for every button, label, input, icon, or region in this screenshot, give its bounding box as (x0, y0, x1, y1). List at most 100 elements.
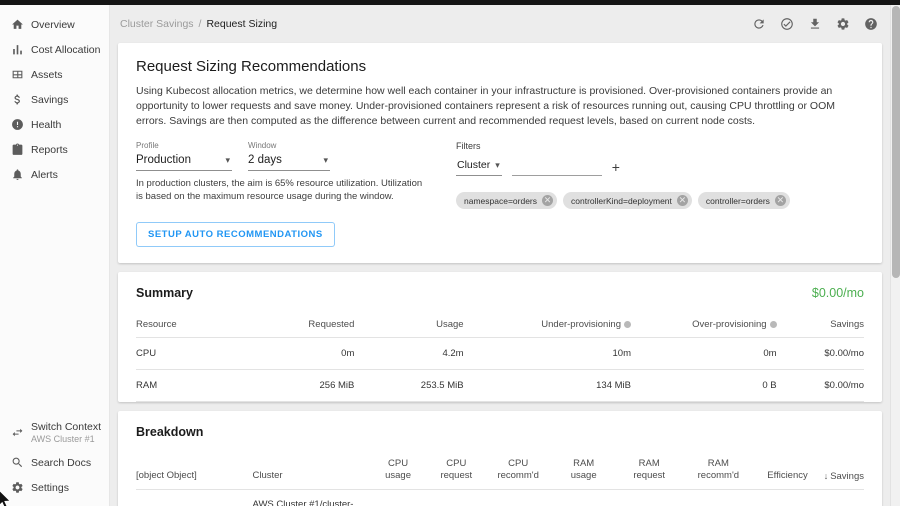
download-icon[interactable] (807, 17, 822, 32)
vertical-scrollbar[interactable] (890, 5, 900, 506)
profile-label: Profile (136, 141, 232, 150)
filter-chips: namespace=orders ✕ controllerKind=deploy… (456, 192, 790, 209)
filter-chip[interactable]: namespace=orders ✕ (456, 192, 557, 209)
main-content: Cluster Savings / Request Sizing Request… (110, 5, 890, 506)
breakdown-card: Breakdown [object Object] Cluster CPUusa… (118, 411, 882, 506)
search-docs-label: Search Docs (31, 457, 91, 469)
sidebar-item-cost-allocation[interactable]: Cost Allocation (0, 37, 109, 62)
sidebar-item-switch-context[interactable]: Switch Context AWS Cluster #1 (0, 414, 109, 450)
close-icon[interactable]: ✕ (775, 195, 786, 206)
table-row[interactable]: orders/orders:orders AWS Cluster #1/clus… (136, 490, 864, 506)
sidebar-item-label: Assets (31, 69, 63, 81)
cell-savings: – (820, 490, 864, 506)
sidebar-item-savings[interactable]: Savings (0, 87, 109, 112)
gear-icon[interactable] (835, 17, 850, 32)
info-icon[interactable] (770, 321, 777, 328)
summary-total-savings: $0.00/mo (812, 286, 864, 300)
sidebar-item-label: Savings (31, 94, 68, 106)
mouse-cursor (0, 490, 13, 506)
summary-table: Resource Requested Usage Under-provision… (136, 312, 864, 402)
assets-icon (10, 67, 25, 82)
cell-requested: 256 MiB (238, 370, 354, 402)
column-header: RAMrecomm'd (682, 451, 755, 490)
filter-chip[interactable]: controllerKind=deployment ✕ (563, 192, 692, 209)
window-label: Window (248, 141, 330, 150)
sidebar: Overview Cost Allocation Assets Savings … (0, 5, 110, 506)
cell-resource: CPU (136, 338, 238, 370)
help-icon[interactable] (863, 17, 878, 32)
profile-value: Production (136, 154, 191, 166)
search-icon (10, 455, 25, 470)
settings-label: Settings (31, 482, 69, 494)
cell-ram-usage: 253.5 MiB (551, 490, 617, 506)
sidebar-item-assets[interactable]: Assets (0, 62, 109, 87)
filter-value-input[interactable] (512, 159, 602, 176)
sidebar-item-label: Overview (31, 19, 75, 31)
chip-label: namespace=orders (464, 196, 537, 206)
refresh-icon[interactable] (751, 17, 766, 32)
breakdown-table: [object Object] Cluster CPUusage CPUrequ… (136, 451, 864, 506)
sidebar-item-health[interactable]: Health (0, 112, 109, 137)
cell-efficiency: 85.9% (755, 490, 821, 506)
column-header: CPUrequest (427, 451, 485, 490)
column-header: Resource (136, 312, 238, 338)
filters-panel: Filters Cluster ▾ + namespace=orders ✕ (456, 141, 790, 247)
sort-down-icon: ↓ (824, 471, 829, 481)
column-header: Requested (238, 312, 354, 338)
column-header: Savings (777, 312, 864, 338)
cell-cluster: AWS Cluster #1/cluster-one (252, 490, 368, 506)
summary-title: Summary (136, 286, 193, 300)
header-actions (751, 17, 878, 32)
switch-context-label: Switch Context (31, 421, 101, 433)
cell-ram-request: 256 MiB (616, 490, 682, 506)
controls-row: Profile Production ▾ Window 2 days ▾ (136, 141, 864, 247)
check-circle-icon[interactable] (779, 17, 794, 32)
sidebar-footer: Switch Context AWS Cluster #1 Search Doc… (0, 414, 109, 506)
column-header: Over-provisioning (631, 312, 777, 338)
info-icon[interactable] (624, 321, 631, 328)
request-sizing-card: Request Sizing Recommendations Using Kub… (118, 43, 882, 263)
cell-resource: RAM (136, 370, 238, 402)
profile-select[interactable]: Profile Production ▾ (136, 141, 232, 171)
sidebar-item-overview[interactable]: Overview (0, 12, 109, 37)
cell-cpu-request: 0m (427, 490, 485, 506)
close-icon[interactable]: ✕ (542, 195, 553, 206)
page-header: Cluster Savings / Request Sizing (110, 5, 890, 43)
sidebar-item-settings[interactable]: Settings (0, 475, 109, 500)
cell-usage: 253.5 MiB (354, 370, 463, 402)
breadcrumb-separator: / (199, 18, 202, 30)
breakdown-title: Breakdown (136, 425, 203, 439)
breadcrumb-parent[interactable]: Cluster Savings (120, 18, 194, 30)
breadcrumb-current: Request Sizing (206, 18, 277, 30)
home-icon (10, 17, 25, 32)
cell-container: orders/orders:orders (136, 490, 252, 506)
column-header: CPUrecomm'd (485, 451, 551, 490)
add-filter-button[interactable]: + (612, 160, 620, 176)
cell-under-provisioning: 134 MiB (464, 370, 631, 402)
window-select[interactable]: Window 2 days ▾ (248, 141, 330, 171)
bell-icon (10, 167, 25, 182)
column-header-savings-sort[interactable]: ↓Savings (820, 451, 864, 490)
filter-chip[interactable]: controller=orders ✕ (698, 192, 790, 209)
sidebar-item-search-docs[interactable]: Search Docs (0, 450, 109, 475)
sidebar-item-alerts[interactable]: Alerts (0, 162, 109, 187)
cell-cpu-usage: 4.2m (369, 490, 427, 506)
column-header: RAMusage (551, 451, 617, 490)
sidebar-item-reports[interactable]: Reports (0, 137, 109, 162)
cell-savings: $0.00/mo (777, 338, 864, 370)
filter-field-value: Cluster (457, 159, 490, 171)
filter-field-select[interactable]: Cluster ▾ (456, 158, 502, 176)
scrollbar-thumb[interactable] (892, 6, 900, 278)
current-cluster-label: AWS Cluster #1 (31, 434, 101, 444)
breakdown-header-row: [object Object] Cluster CPUusage CPUrequ… (136, 451, 864, 490)
column-header: Under-provisioning (464, 312, 631, 338)
chevron-down-icon: ▾ (495, 160, 500, 171)
chip-label: controller=orders (706, 196, 770, 206)
chip-label: controllerKind=deployment (571, 196, 672, 206)
page-title: Request Sizing Recommendations (136, 58, 864, 75)
summary-card: Summary $0.00/mo Resource Requested Usag… (118, 272, 882, 402)
bar-chart-icon (10, 42, 25, 57)
close-icon[interactable]: ✕ (677, 195, 688, 206)
column-header: RAMrequest (616, 451, 682, 490)
setup-auto-recommendations-button[interactable]: SETUP AUTO RECOMMENDATIONS (136, 222, 335, 247)
